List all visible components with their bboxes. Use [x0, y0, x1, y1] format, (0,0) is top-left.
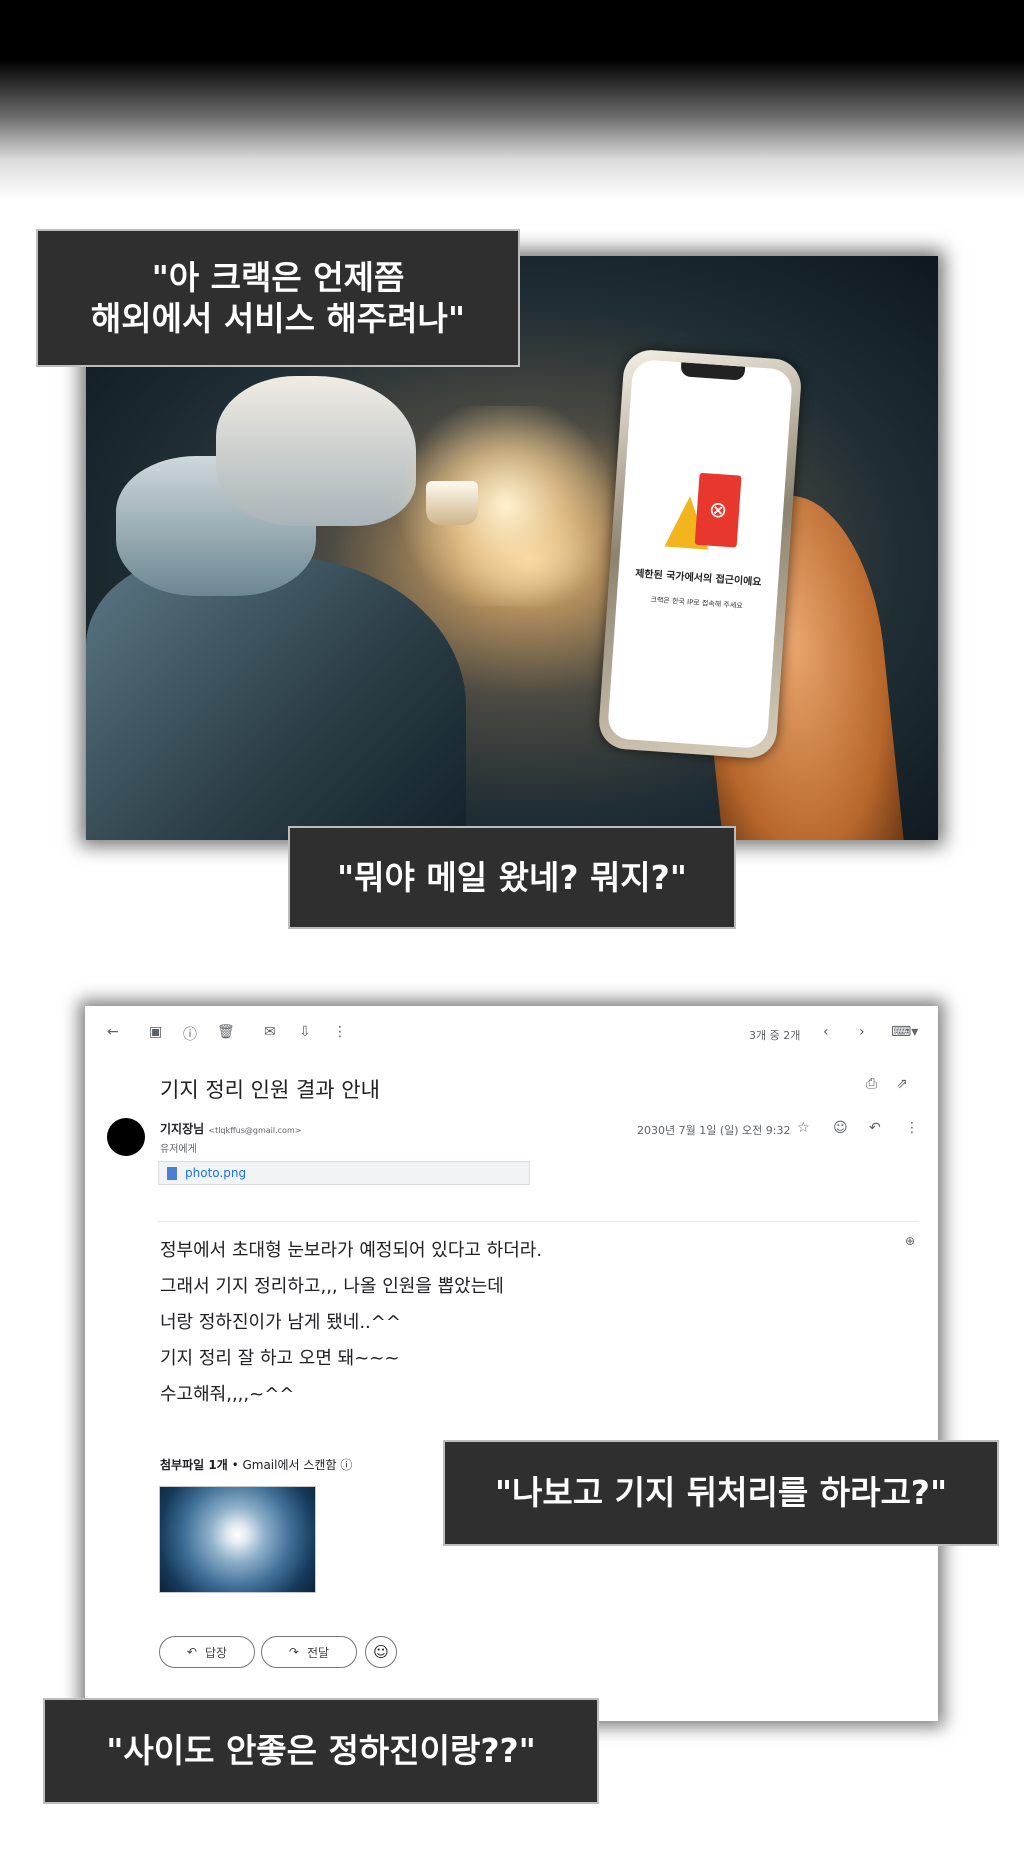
attachment-chip-name: photo.png	[185, 1166, 247, 1180]
body-line: 너랑 정하진이가 남게 됐네..^^	[160, 1312, 401, 1333]
keyboard-icon[interactable]: ⌨▾	[891, 1024, 918, 1040]
scanned-label: • Gmail에서 스캔함	[231, 1458, 337, 1472]
smile-icon: ☺	[373, 1643, 389, 1661]
file-icon	[167, 1166, 177, 1180]
attachments-count: 첨부파일 1개	[160, 1458, 228, 1472]
caption-3: "나보고 기지 뒤처리를 하라고?"	[443, 1440, 999, 1546]
open-new-window-icon[interactable]: ⇗	[896, 1076, 908, 1092]
attachments-header: 첨부파일 1개 • Gmail에서 스캔함 ⓘ	[160, 1456, 352, 1473]
caption-1: "아 크랙은 언제쯤 해외에서 서비스 해주려나"	[36, 229, 520, 367]
reply-arrow-icon: ↶	[186, 1645, 197, 1659]
sender: 기지장님 <tlqkffus@gmail.com>	[160, 1120, 301, 1137]
star-icon[interactable]: ☆	[797, 1120, 810, 1136]
caption-1-line-2: 해외에서 서비스 해주려나"	[90, 299, 466, 338]
caption-4: "사이도 안좋은 정하진이랑??"	[43, 1698, 599, 1804]
sender-name: 기지장님	[160, 1122, 205, 1136]
body-line: 그래서 기지 정리하고,,, 나올 인원을 뽑았는데	[160, 1276, 504, 1297]
forward-button[interactable]: ↷ 전달	[261, 1636, 357, 1668]
attachment-thumbnail[interactable]	[159, 1486, 316, 1593]
phone: ⊗ 제한된 국가에서의 접근이에요 크랙은 한국 IP로 접속해 주세요	[597, 348, 803, 760]
reply-label: 답장	[204, 1645, 228, 1660]
archive-icon[interactable]: ▣	[149, 1024, 162, 1040]
avatar	[107, 1118, 145, 1156]
report-spam-icon[interactable]: ⓘ	[183, 1024, 197, 1044]
reply-button[interactable]: ↶ 답장	[159, 1636, 255, 1668]
forward-arrow-icon: ↷	[288, 1645, 299, 1659]
mark-unread-icon[interactable]: ✉	[264, 1024, 276, 1040]
body-line: 기지 정리 잘 하고 오면 돼~~~	[160, 1348, 400, 1369]
move-to-icon[interactable]: ⇩	[299, 1024, 311, 1040]
email-subject: 기지 정리 인원 결과 안내	[160, 1078, 380, 1102]
email-date: 2030년 7월 1일 (일) 오전 9:32	[637, 1124, 791, 1137]
sender-email: <tlqkffus@gmail.com>	[208, 1126, 302, 1135]
close-circle-icon: ⊗	[694, 472, 742, 548]
pager-text: 3개 중 2개	[749, 1029, 801, 1042]
add-to-drive-icon[interactable]: ⊕	[905, 1234, 915, 1248]
print-icon[interactable]: ⎙	[866, 1076, 877, 1092]
email-view: ← ▣ ⓘ 🗑 ✉ ⇩ ⋮ 3개 중 2개 ‹ › ⌨▾ 기지 정리 인원 결과…	[85, 1006, 938, 1721]
info-icon: ⓘ	[340, 1458, 353, 1472]
delete-icon[interactable]: 🗑	[217, 1024, 235, 1040]
more-vert-icon[interactable]: ⋮	[905, 1120, 919, 1136]
blocked-access-icon: ⊗	[660, 470, 745, 555]
recipient: 유저에게	[160, 1144, 197, 1155]
phone-error-subtitle: 크랙은 한국 IP로 접속해 주세요	[650, 595, 743, 611]
phone-screen: ⊗ 제한된 국가에서의 접근이에요 크랙은 한국 IP로 접속해 주세요	[606, 358, 794, 750]
next-icon[interactable]: ›	[859, 1024, 865, 1040]
emoji-react-button[interactable]: ☺	[365, 1636, 397, 1668]
emoji-icon[interactable]: ☺	[833, 1120, 848, 1136]
cup	[426, 481, 478, 525]
divider	[158, 1221, 918, 1222]
caption-2: "뭐야 메일 왔네? 뭐지?"	[288, 826, 736, 929]
back-arrow-icon[interactable]: ←	[107, 1024, 119, 1040]
attachment-chip[interactable]: photo.png	[158, 1161, 530, 1185]
lamp-glow	[386, 406, 626, 606]
phone-error-title: 제한된 국가에서의 접근이에요	[634, 568, 762, 589]
caption-1-line-1: "아 크랙은 언제쯤	[151, 257, 405, 297]
reply-icon[interactable]: ↶	[869, 1120, 881, 1136]
phone-notch	[680, 362, 746, 381]
body-line: 수고해줘,,,,~^^	[160, 1384, 295, 1405]
top-gradient	[0, 0, 1024, 200]
more-vert-icon[interactable]: ⋮	[333, 1024, 347, 1040]
body-line: 정부에서 초대형 눈보라가 예정되어 있다고 하더라.	[160, 1240, 543, 1261]
forward-label: 전달	[306, 1645, 330, 1660]
prev-icon[interactable]: ‹	[823, 1024, 829, 1040]
